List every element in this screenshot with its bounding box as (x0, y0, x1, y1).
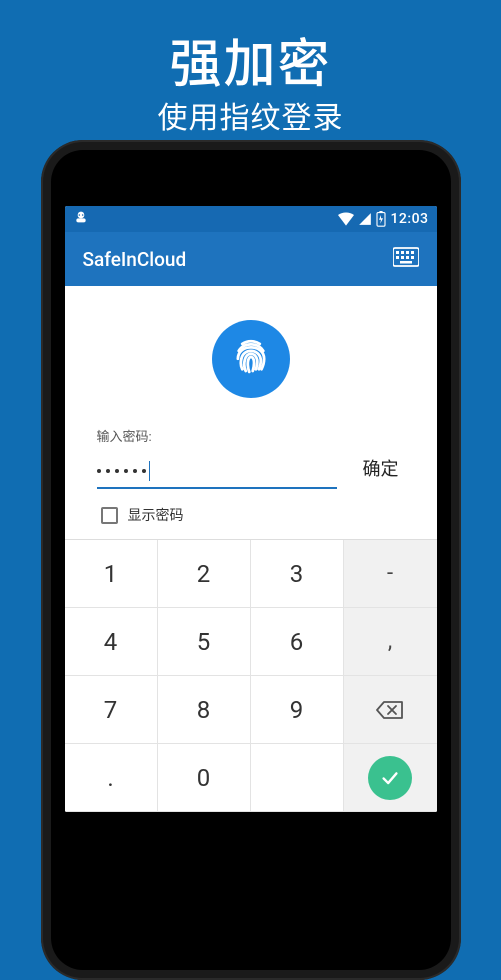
key-dot[interactable]: . (65, 744, 158, 812)
phone-frame: 12:03 SafeInCloud (41, 140, 461, 980)
phone-screen: 12:03 SafeInCloud (65, 206, 437, 812)
status-bar: 12:03 (65, 206, 437, 232)
fingerprint-icon (230, 336, 272, 382)
password-input[interactable] (97, 457, 337, 489)
numeric-keypad: 1 2 3 - 4 5 6 , 7 8 9 . 0 (65, 539, 437, 812)
app-title: SafeInCloud (83, 248, 187, 271)
key-6[interactable]: 6 (251, 608, 344, 676)
key-2[interactable]: 2 (158, 540, 251, 608)
key-4[interactable]: 4 (65, 608, 158, 676)
backspace-icon (376, 700, 404, 720)
key-comma[interactable]: , (344, 608, 437, 676)
wifi-icon (338, 212, 354, 226)
hero-banner: 强加密 使用指纹登录 (0, 0, 501, 137)
key-1[interactable]: 1 (65, 540, 158, 608)
key-0[interactable]: 0 (158, 744, 251, 812)
key-7[interactable]: 7 (65, 676, 158, 744)
show-password-checkbox[interactable] (101, 507, 118, 524)
fingerprint-button[interactable] (212, 320, 290, 398)
key-done[interactable] (344, 744, 437, 812)
signal-icon (358, 212, 372, 226)
checkmark-icon (379, 767, 401, 789)
hero-subtitle: 使用指纹登录 (0, 93, 501, 137)
battery-charging-icon (376, 211, 386, 227)
keyboard-icon[interactable] (393, 247, 419, 271)
notification-icon (73, 209, 89, 229)
key-3[interactable]: 3 (251, 540, 344, 608)
key-backspace[interactable] (344, 676, 437, 744)
confirm-button[interactable]: 确定 (357, 451, 405, 489)
key-8[interactable]: 8 (158, 676, 251, 744)
hero-title: 强加密 (0, 22, 501, 97)
app-bar: SafeInCloud (65, 232, 437, 286)
show-password-label: 显示密码 (128, 505, 184, 525)
text-cursor (149, 461, 151, 481)
key-minus[interactable]: - (344, 540, 437, 608)
key-9[interactable]: 9 (251, 676, 344, 744)
status-clock: 12:03 (390, 211, 428, 227)
key-empty (251, 744, 344, 812)
password-label: 输入密码: (97, 426, 405, 445)
key-5[interactable]: 5 (158, 608, 251, 676)
login-content: 输入密码: 确定 显示密码 (65, 286, 437, 539)
